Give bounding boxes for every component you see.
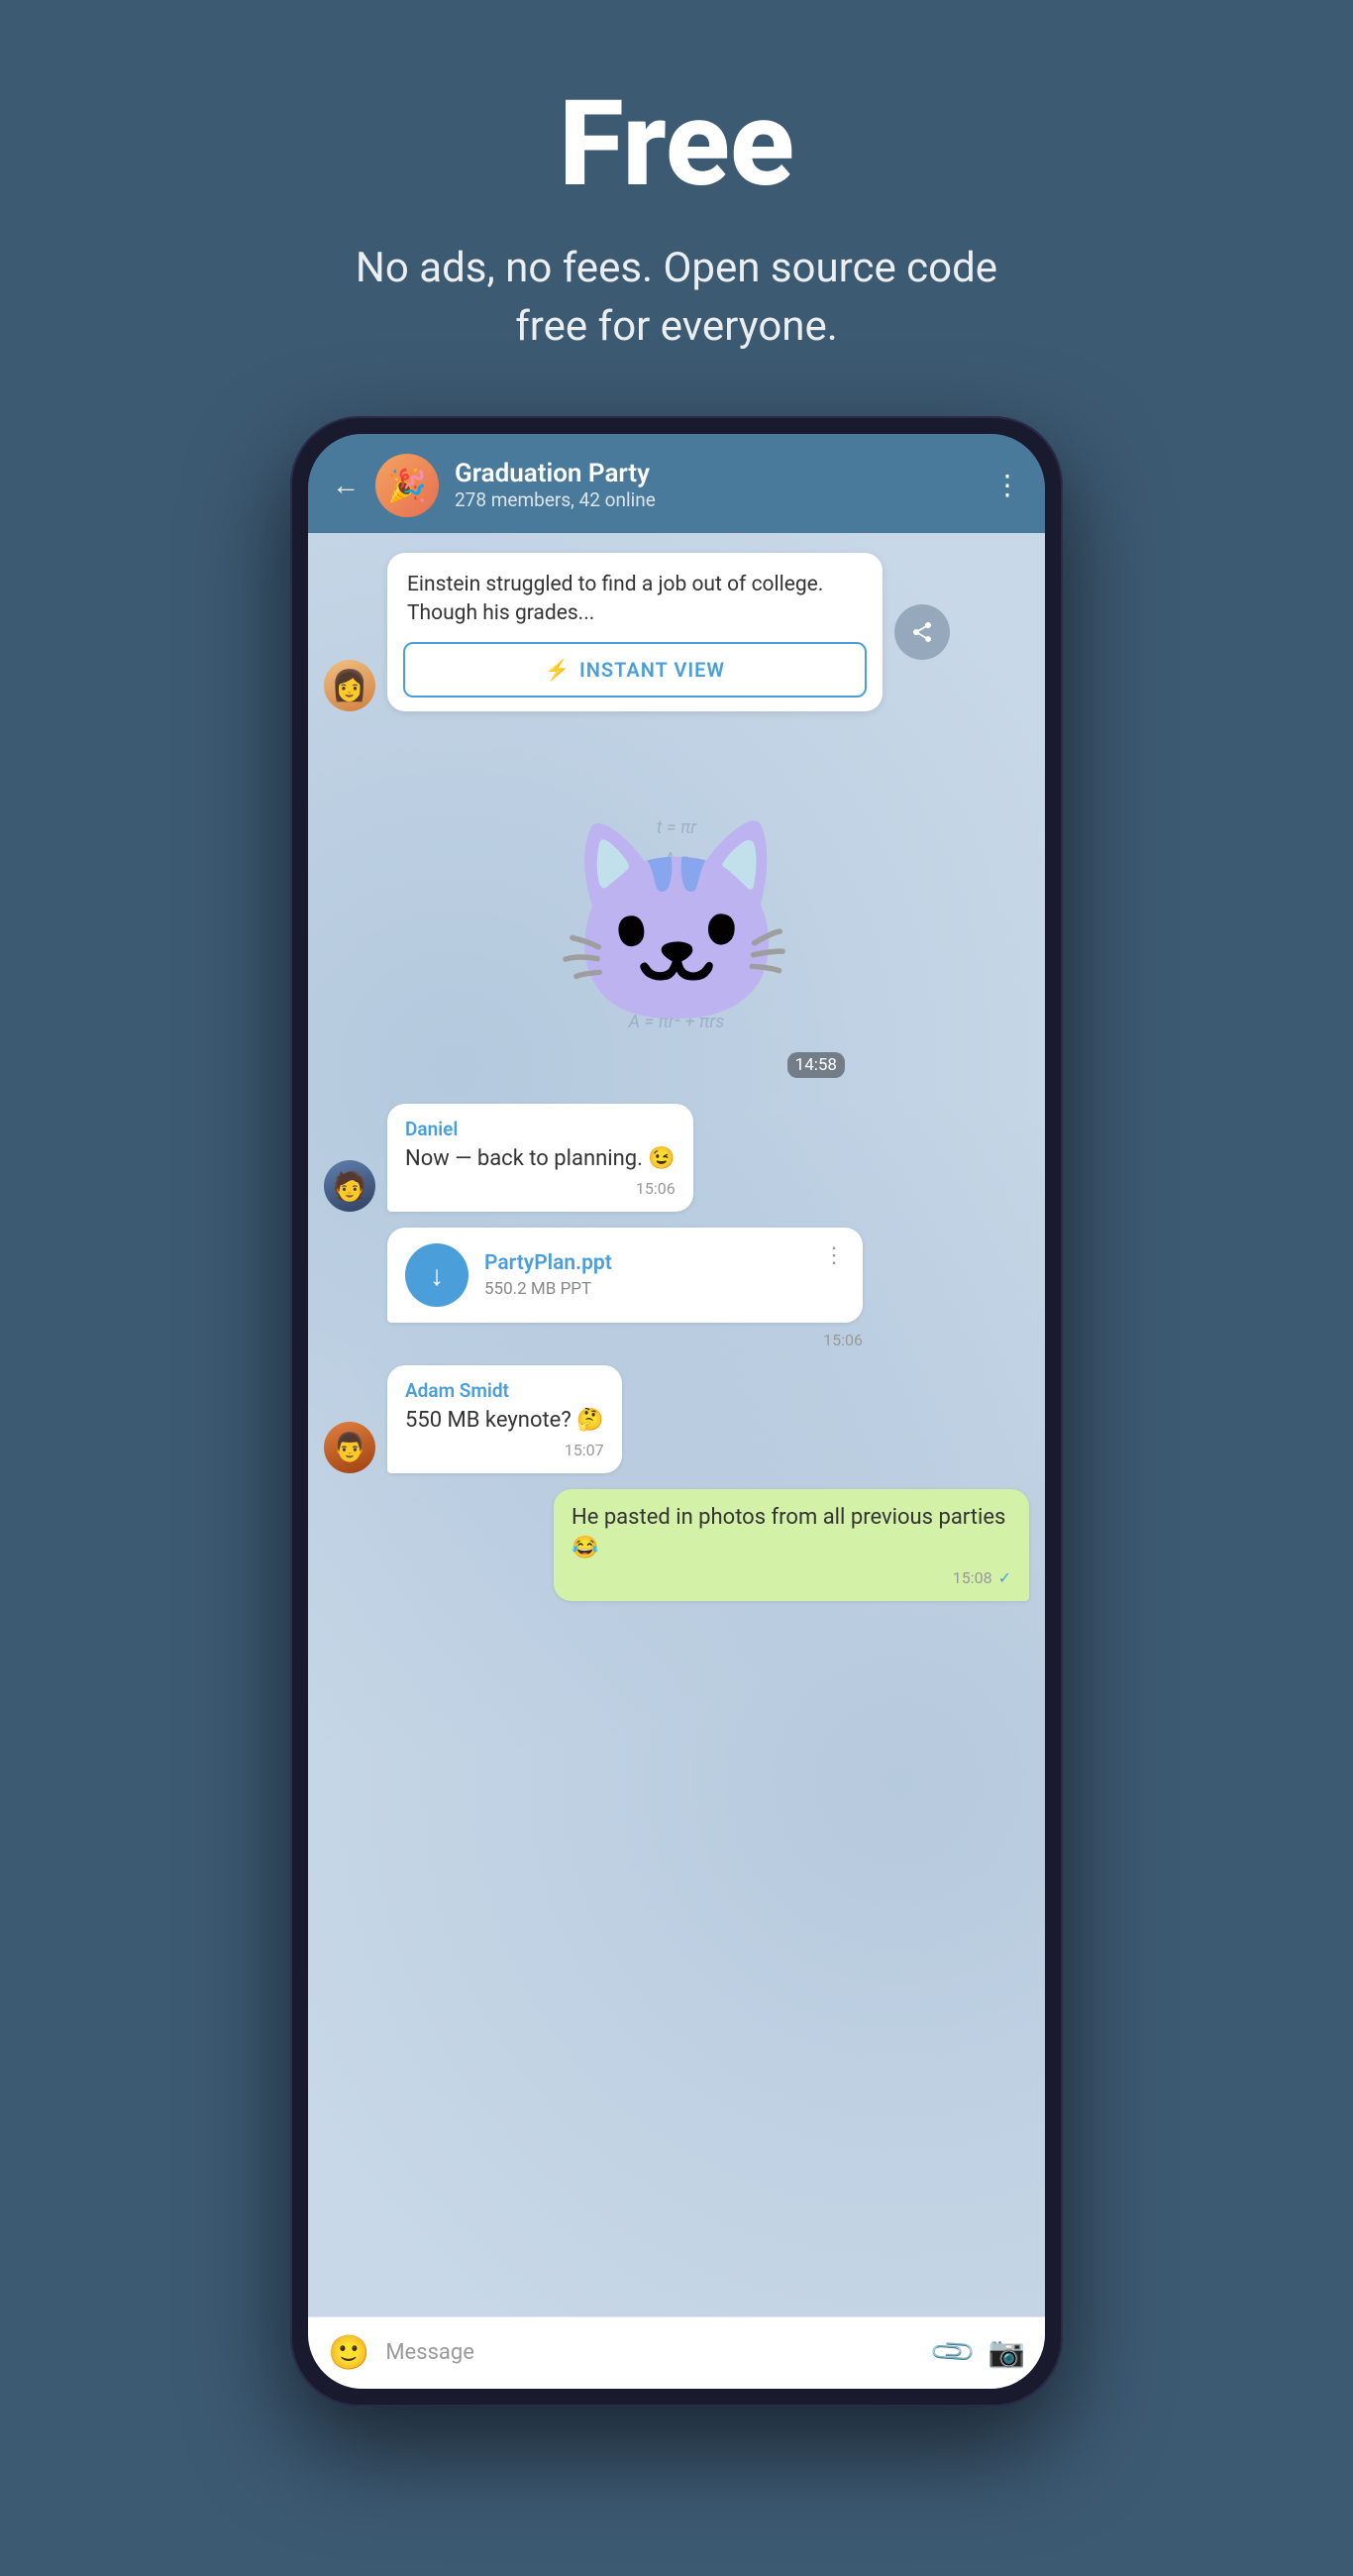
download-button[interactable]: ↓	[405, 1243, 468, 1307]
tick-icon: ✓	[998, 1568, 1011, 1587]
own-message-row: He pasted in photos from all previous pa…	[324, 1489, 1029, 1601]
input-bar: 🙂 Message 📎 📷	[308, 2316, 1045, 2389]
article-text: Einstein struggled to find a job out of …	[387, 553, 883, 643]
group-name: Graduation Party	[455, 459, 978, 488]
file-name: PartyPlan.ppt	[484, 1251, 807, 1275]
file-more-button[interactable]: ⋮	[823, 1243, 845, 1268]
file-info: PartyPlan.ppt 550.2 MB PPT	[484, 1251, 807, 1299]
share-button[interactable]	[894, 604, 950, 660]
hero-title: Free	[330, 79, 1023, 210]
daniel-time-row: 15:06	[405, 1179, 676, 1198]
article-bubble-container: Einstein struggled to find a job out of …	[387, 553, 883, 712]
back-button[interactable]: ←	[332, 469, 360, 501]
cat-sticker: 🐱	[488, 757, 865, 1094]
avatar-daniel: 🧑	[324, 1160, 375, 1212]
adam-time: 15:07	[565, 1441, 604, 1459]
daniel-message-text: Now — back to planning. 😉	[405, 1144, 676, 1175]
own-time-row: 15:08 ✓	[572, 1568, 1011, 1587]
more-button[interactable]: ⋮	[993, 469, 1021, 501]
instant-view-button[interactable]: ⚡ INSTANT VIEW	[403, 642, 867, 698]
phone-wrapper: ← 🎉 Graduation Party 278 members, 42 onl…	[290, 416, 1063, 2407]
attach-button[interactable]: 📎	[928, 2327, 979, 2378]
lightning-icon: ⚡	[545, 658, 570, 682]
file-size: 550.2 MB PPT	[484, 1279, 807, 1299]
adam-message-text: 550 MB keynote? 🤔	[405, 1406, 604, 1437]
phone-outer: ← 🎉 Graduation Party 278 members, 42 onl…	[290, 416, 1063, 2407]
camera-button[interactable]: 📷	[989, 2335, 1025, 2370]
own-time: 15:08	[953, 1568, 992, 1587]
chat-body: 👩 Einstein struggled to find a job out o…	[308, 533, 1045, 2316]
sticker-area: t = πr A = V = l² P = 2πr A = πr² s = √(…	[324, 727, 1029, 1104]
daniel-bubble: Daniel Now — back to planning. 😉 15:06	[387, 1104, 693, 1212]
phone-inner: ← 🎉 Graduation Party 278 members, 42 onl…	[308, 434, 1045, 2389]
adam-message-row: 👨 Adam Smidt 550 MB keynote? 🤔 15:07	[324, 1365, 1029, 1473]
group-info: Graduation Party 278 members, 42 online	[455, 459, 978, 511]
file-message-row: ↓ PartyPlan.ppt 550.2 MB PPT ⋮ 15:06	[324, 1228, 1029, 1349]
emoji-button[interactable]: 🙂	[328, 2333, 369, 2373]
article-bubble: Einstein struggled to find a job out of …	[387, 553, 883, 712]
message-input[interactable]: Message	[385, 2340, 919, 2365]
daniel-message-row: 🧑 Daniel Now — back to planning. 😉 15:06	[324, 1104, 1029, 1212]
file-bubble-wrapper: ↓ PartyPlan.ppt 550.2 MB PPT ⋮ 15:06	[387, 1228, 863, 1349]
message-placeholder: Message	[385, 2340, 474, 2365]
hero-subtitle: No ads, no fees. Open source code free f…	[330, 240, 1023, 357]
sticker-container: t = πr A = V = l² P = 2πr A = πr² s = √(…	[488, 757, 865, 1094]
chat-header: ← 🎉 Graduation Party 278 members, 42 onl…	[308, 434, 1045, 533]
group-meta: 278 members, 42 online	[455, 488, 978, 511]
avatar-adam: 👨	[324, 1422, 375, 1473]
file-bubble: ↓ PartyPlan.ppt 550.2 MB PPT ⋮	[387, 1228, 863, 1323]
own-bubble: He pasted in photos from all previous pa…	[554, 1489, 1029, 1601]
file-time-row: 15:06	[387, 1331, 863, 1349]
share-icon	[910, 620, 934, 644]
adam-bubble: Adam Smidt 550 MB keynote? 🤔 15:07	[387, 1365, 622, 1473]
avatar-female: 👩	[324, 660, 375, 711]
own-message-text: He pasted in photos from all previous pa…	[572, 1503, 1011, 1564]
adam-time-row: 15:07	[405, 1441, 604, 1459]
hero-section: Free No ads, no fees. Open source code f…	[290, 0, 1063, 416]
daniel-time: 15:06	[636, 1179, 676, 1198]
instant-view-label: INSTANT VIEW	[579, 658, 725, 682]
article-message-row: 👩 Einstein struggled to find a job out o…	[324, 553, 1029, 712]
adam-sender-name: Adam Smidt	[405, 1379, 604, 1402]
file-time: 15:06	[823, 1331, 863, 1349]
daniel-sender-name: Daniel	[405, 1118, 676, 1140]
group-avatar: 🎉	[375, 454, 439, 517]
